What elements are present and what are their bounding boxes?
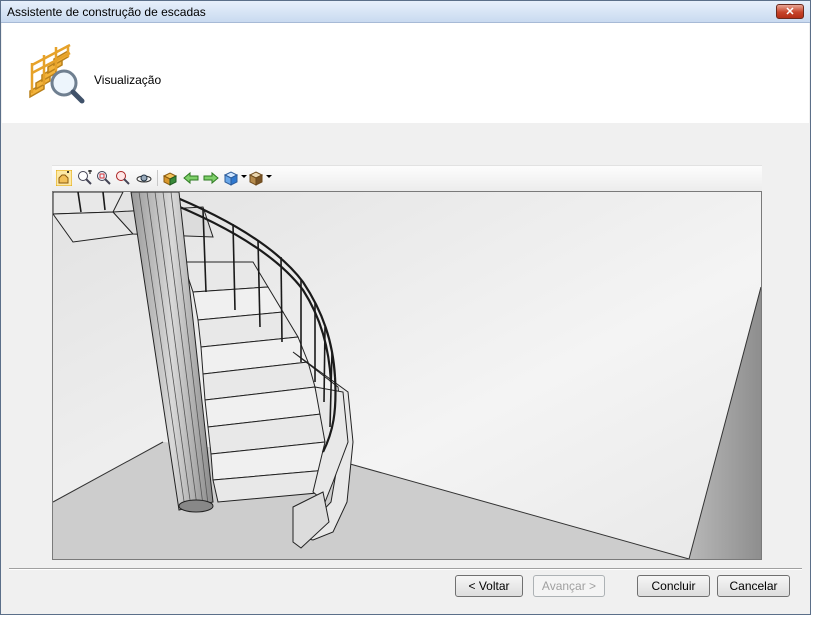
window-title: Assistente de construção de escadas [7, 5, 206, 19]
orbit-icon[interactable] [136, 170, 152, 186]
zoom-window-icon[interactable] [77, 170, 93, 186]
cancel-button[interactable]: Cancelar [717, 575, 790, 597]
wizard-header: Visualização [2, 23, 809, 123]
finish-button[interactable]: Concluir [637, 575, 710, 597]
view-toolbar [52, 165, 762, 191]
arrow-left-icon[interactable] [183, 170, 199, 186]
next-button[interactable]: Avançar > [533, 575, 605, 597]
title-bar[interactable]: Assistente de construção de escadas ✕ [1, 1, 810, 23]
view-cube-icon[interactable] [223, 170, 239, 186]
zoom-extents-icon[interactable] [96, 170, 112, 186]
3d-preview-viewport[interactable] [52, 191, 762, 560]
content-area: < Voltar Avançar > Concluir Cancelar [2, 123, 809, 614]
toolbar-separator [157, 170, 158, 186]
page-heading: Visualização [94, 73, 162, 87]
pan-icon[interactable] [56, 170, 72, 186]
back-button[interactable]: < Voltar [455, 575, 523, 597]
close-button[interactable]: ✕ [776, 4, 804, 19]
view-cube-dropdown-arrow[interactable] [241, 175, 247, 178]
footer-divider [9, 568, 802, 570]
arrow-right-icon[interactable] [203, 170, 219, 186]
stair-magnifier-icon [24, 43, 86, 105]
zoom-realtime-icon[interactable] [115, 170, 131, 186]
display-mode-icon[interactable] [248, 170, 264, 186]
wizard-window: Assistente de construção de escadas ✕ Vi… [0, 0, 811, 615]
display-mode-dropdown-arrow[interactable] [266, 175, 272, 178]
render-icon[interactable] [162, 170, 178, 186]
